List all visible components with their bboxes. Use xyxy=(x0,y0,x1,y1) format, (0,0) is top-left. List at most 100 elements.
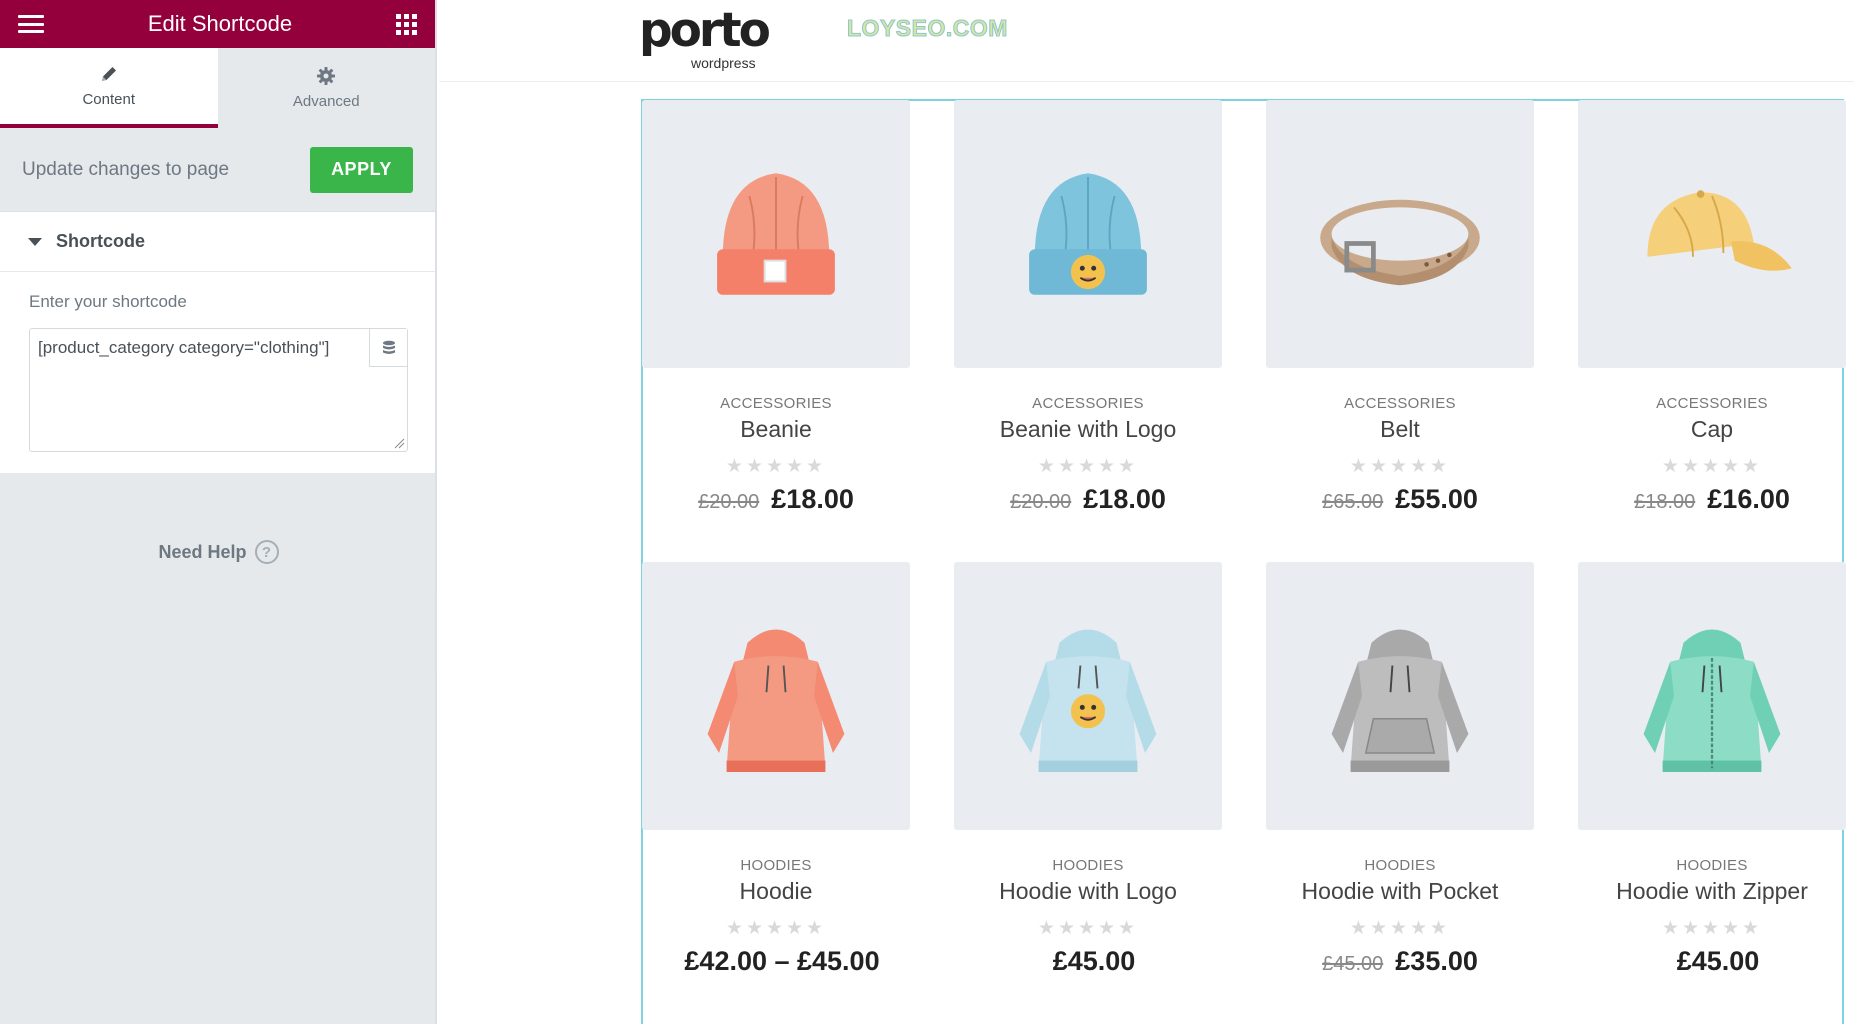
apply-bar: Update changes to page APPLY xyxy=(0,128,435,212)
product-card[interactable]: HOODIES Hoodie with Pocket ★★★★★ £45.00 … xyxy=(1266,562,1534,977)
product-card[interactable]: HOODIES Hoodie ★★★★★ £42.00 – £45.00 xyxy=(642,562,910,977)
resize-grip-icon[interactable] xyxy=(393,437,405,449)
product-card[interactable]: ACCESSORIES Beanie with Logo ★★★★★ £20.0… xyxy=(954,100,1222,515)
product-category: HOODIES xyxy=(1676,857,1748,874)
tab-content[interactable]: Content xyxy=(0,48,218,128)
tab-content-label: Content xyxy=(82,91,136,108)
logo-subtext: wordpress xyxy=(691,55,756,71)
product-category: HOODIES xyxy=(1364,857,1436,874)
product-current-price: £16.00 xyxy=(1707,484,1790,514)
product-image[interactable] xyxy=(642,100,910,368)
tab-advanced-label: Advanced xyxy=(292,93,360,110)
section-title: Shortcode xyxy=(56,231,146,251)
product-current-price: £18.00 xyxy=(1083,484,1166,514)
product-current-price: £18.00 xyxy=(771,484,854,514)
page-preview: porto wordpress LOYSEO.COM ACCESSORIES B… xyxy=(439,0,1854,1024)
product-old-price: £20.00 xyxy=(698,491,760,513)
product-image[interactable] xyxy=(954,100,1222,368)
editor-panel: Edit Shortcode Content Advanced Update c… xyxy=(0,0,437,1024)
cap-image xyxy=(1647,190,1792,271)
shortcode-textarea[interactable]: [product_category category="clothing"] xyxy=(29,328,408,452)
product-name[interactable]: Beanie with Logo xyxy=(954,416,1222,443)
product-category: ACCESSORIES xyxy=(1032,395,1144,412)
product-price: £42.00 – £45.00 xyxy=(642,946,910,977)
product-category: HOODIES xyxy=(740,857,812,874)
product-image[interactable] xyxy=(1578,562,1846,830)
product-current-price: £35.00 xyxy=(1395,946,1478,976)
question-circle-icon: ? xyxy=(254,540,279,564)
product-rating: ★★★★★ xyxy=(1661,456,1763,477)
orange-beanie-image xyxy=(717,173,835,295)
product-old-price: £18.00 xyxy=(1634,491,1696,513)
product-card[interactable]: ACCESSORIES Belt ★★★★★ £65.00 £55.00 xyxy=(1266,100,1534,515)
product-rating: ★★★★★ xyxy=(1037,918,1139,939)
dynamic-tags-button[interactable] xyxy=(369,329,407,367)
tab-advanced[interactable]: Advanced xyxy=(218,48,436,128)
product-rating: ★★★★★ xyxy=(1661,918,1763,939)
product-price: £45.00 £35.00 xyxy=(1266,946,1534,977)
product-rating: ★★★★★ xyxy=(1037,456,1139,477)
gear-icon xyxy=(317,67,336,85)
product-price: £45.00 xyxy=(954,946,1222,977)
product-price: £20.00 £18.00 xyxy=(642,484,910,515)
product-name[interactable]: Hoodie with Zipper xyxy=(1578,878,1846,905)
pencil-icon xyxy=(101,67,116,81)
product-price: £20.00 £18.00 xyxy=(954,484,1222,515)
product-name[interactable]: Hoodie with Pocket xyxy=(1266,878,1534,905)
product-card[interactable]: HOODIES Hoodie with Logo ★★★★★ £45.00 xyxy=(954,562,1222,977)
site-logo[interactable]: porto wordpress xyxy=(639,3,771,71)
panel-header: Edit Shortcode xyxy=(0,0,435,48)
product-image[interactable] xyxy=(1266,562,1534,830)
product-old-price: £45.00 xyxy=(1322,953,1384,975)
product-image[interactable] xyxy=(954,562,1222,830)
panel-tabs: Content Advanced xyxy=(0,48,435,128)
product-rating: ★★★★★ xyxy=(1349,918,1451,939)
product-name[interactable]: Belt xyxy=(1266,416,1534,443)
site-header: porto wordpress LOYSEO.COM xyxy=(439,0,1854,82)
product-name[interactable]: Hoodie with Logo xyxy=(954,878,1222,905)
product-current-price: £45.00 xyxy=(1052,946,1136,976)
product-name[interactable]: Hoodie xyxy=(642,878,910,905)
watermark: LOYSEO.COM xyxy=(847,15,1008,42)
product-card[interactable]: ACCESSORIES Beanie ★★★★★ £20.00 £18.00 xyxy=(642,100,910,515)
blue-hoodie-logo-image xyxy=(1019,629,1157,772)
logo-text: porto xyxy=(639,3,771,58)
product-old-price: £65.00 xyxy=(1322,491,1384,513)
product-current-price: £45.00 xyxy=(1676,946,1760,976)
shortcode-value: [product_category category="clothing"] xyxy=(38,338,330,357)
product-rating: ★★★★★ xyxy=(725,918,827,939)
green-hoodie-zipper-image xyxy=(1643,629,1781,772)
shortcode-section-body: Enter your shortcode [product_category c… xyxy=(0,272,435,473)
product-card[interactable]: HOODIES Hoodie with Zipper ★★★★★ £45.00 xyxy=(1578,562,1846,977)
shortcode-section-toggle[interactable]: Shortcode xyxy=(0,212,435,272)
product-image[interactable] xyxy=(1266,100,1534,368)
product-rating: ★★★★★ xyxy=(1349,456,1451,477)
shortcode-field-label: Enter your shortcode xyxy=(29,292,187,311)
need-help-label: Need Help xyxy=(158,541,247,562)
caret-down-icon xyxy=(28,237,42,246)
product-category: HOODIES xyxy=(1052,857,1124,874)
panel-title: Edit Shortcode xyxy=(147,11,293,36)
database-icon xyxy=(382,340,395,354)
product-price: £65.00 £55.00 xyxy=(1266,484,1534,515)
menu-icon[interactable] xyxy=(18,15,44,33)
apply-message: Update changes to page xyxy=(22,158,230,180)
product-card[interactable]: ACCESSORIES Cap ★★★★★ £18.00 £16.00 xyxy=(1578,100,1846,515)
product-current-price: £42.00 – £45.00 xyxy=(684,946,880,976)
product-price: £18.00 £16.00 xyxy=(1578,484,1846,515)
product-current-price: £55.00 xyxy=(1395,484,1478,514)
product-rating: ★★★★★ xyxy=(725,456,827,477)
product-category: ACCESSORIES xyxy=(1656,395,1768,412)
product-image[interactable] xyxy=(642,562,910,830)
orange-hoodie-image xyxy=(707,629,845,772)
product-name[interactable]: Cap xyxy=(1578,416,1846,443)
widgets-grid-icon[interactable] xyxy=(396,13,417,35)
product-price: £45.00 xyxy=(1578,946,1846,977)
blue-beanie-logo-image xyxy=(1029,173,1147,295)
product-old-price: £20.00 xyxy=(1010,491,1072,513)
product-name[interactable]: Beanie xyxy=(642,416,910,443)
need-help-link[interactable]: Need Help ? xyxy=(0,540,437,564)
product-image[interactable] xyxy=(1578,100,1846,368)
apply-button[interactable]: APPLY xyxy=(310,146,413,193)
product-category: ACCESSORIES xyxy=(720,395,832,412)
